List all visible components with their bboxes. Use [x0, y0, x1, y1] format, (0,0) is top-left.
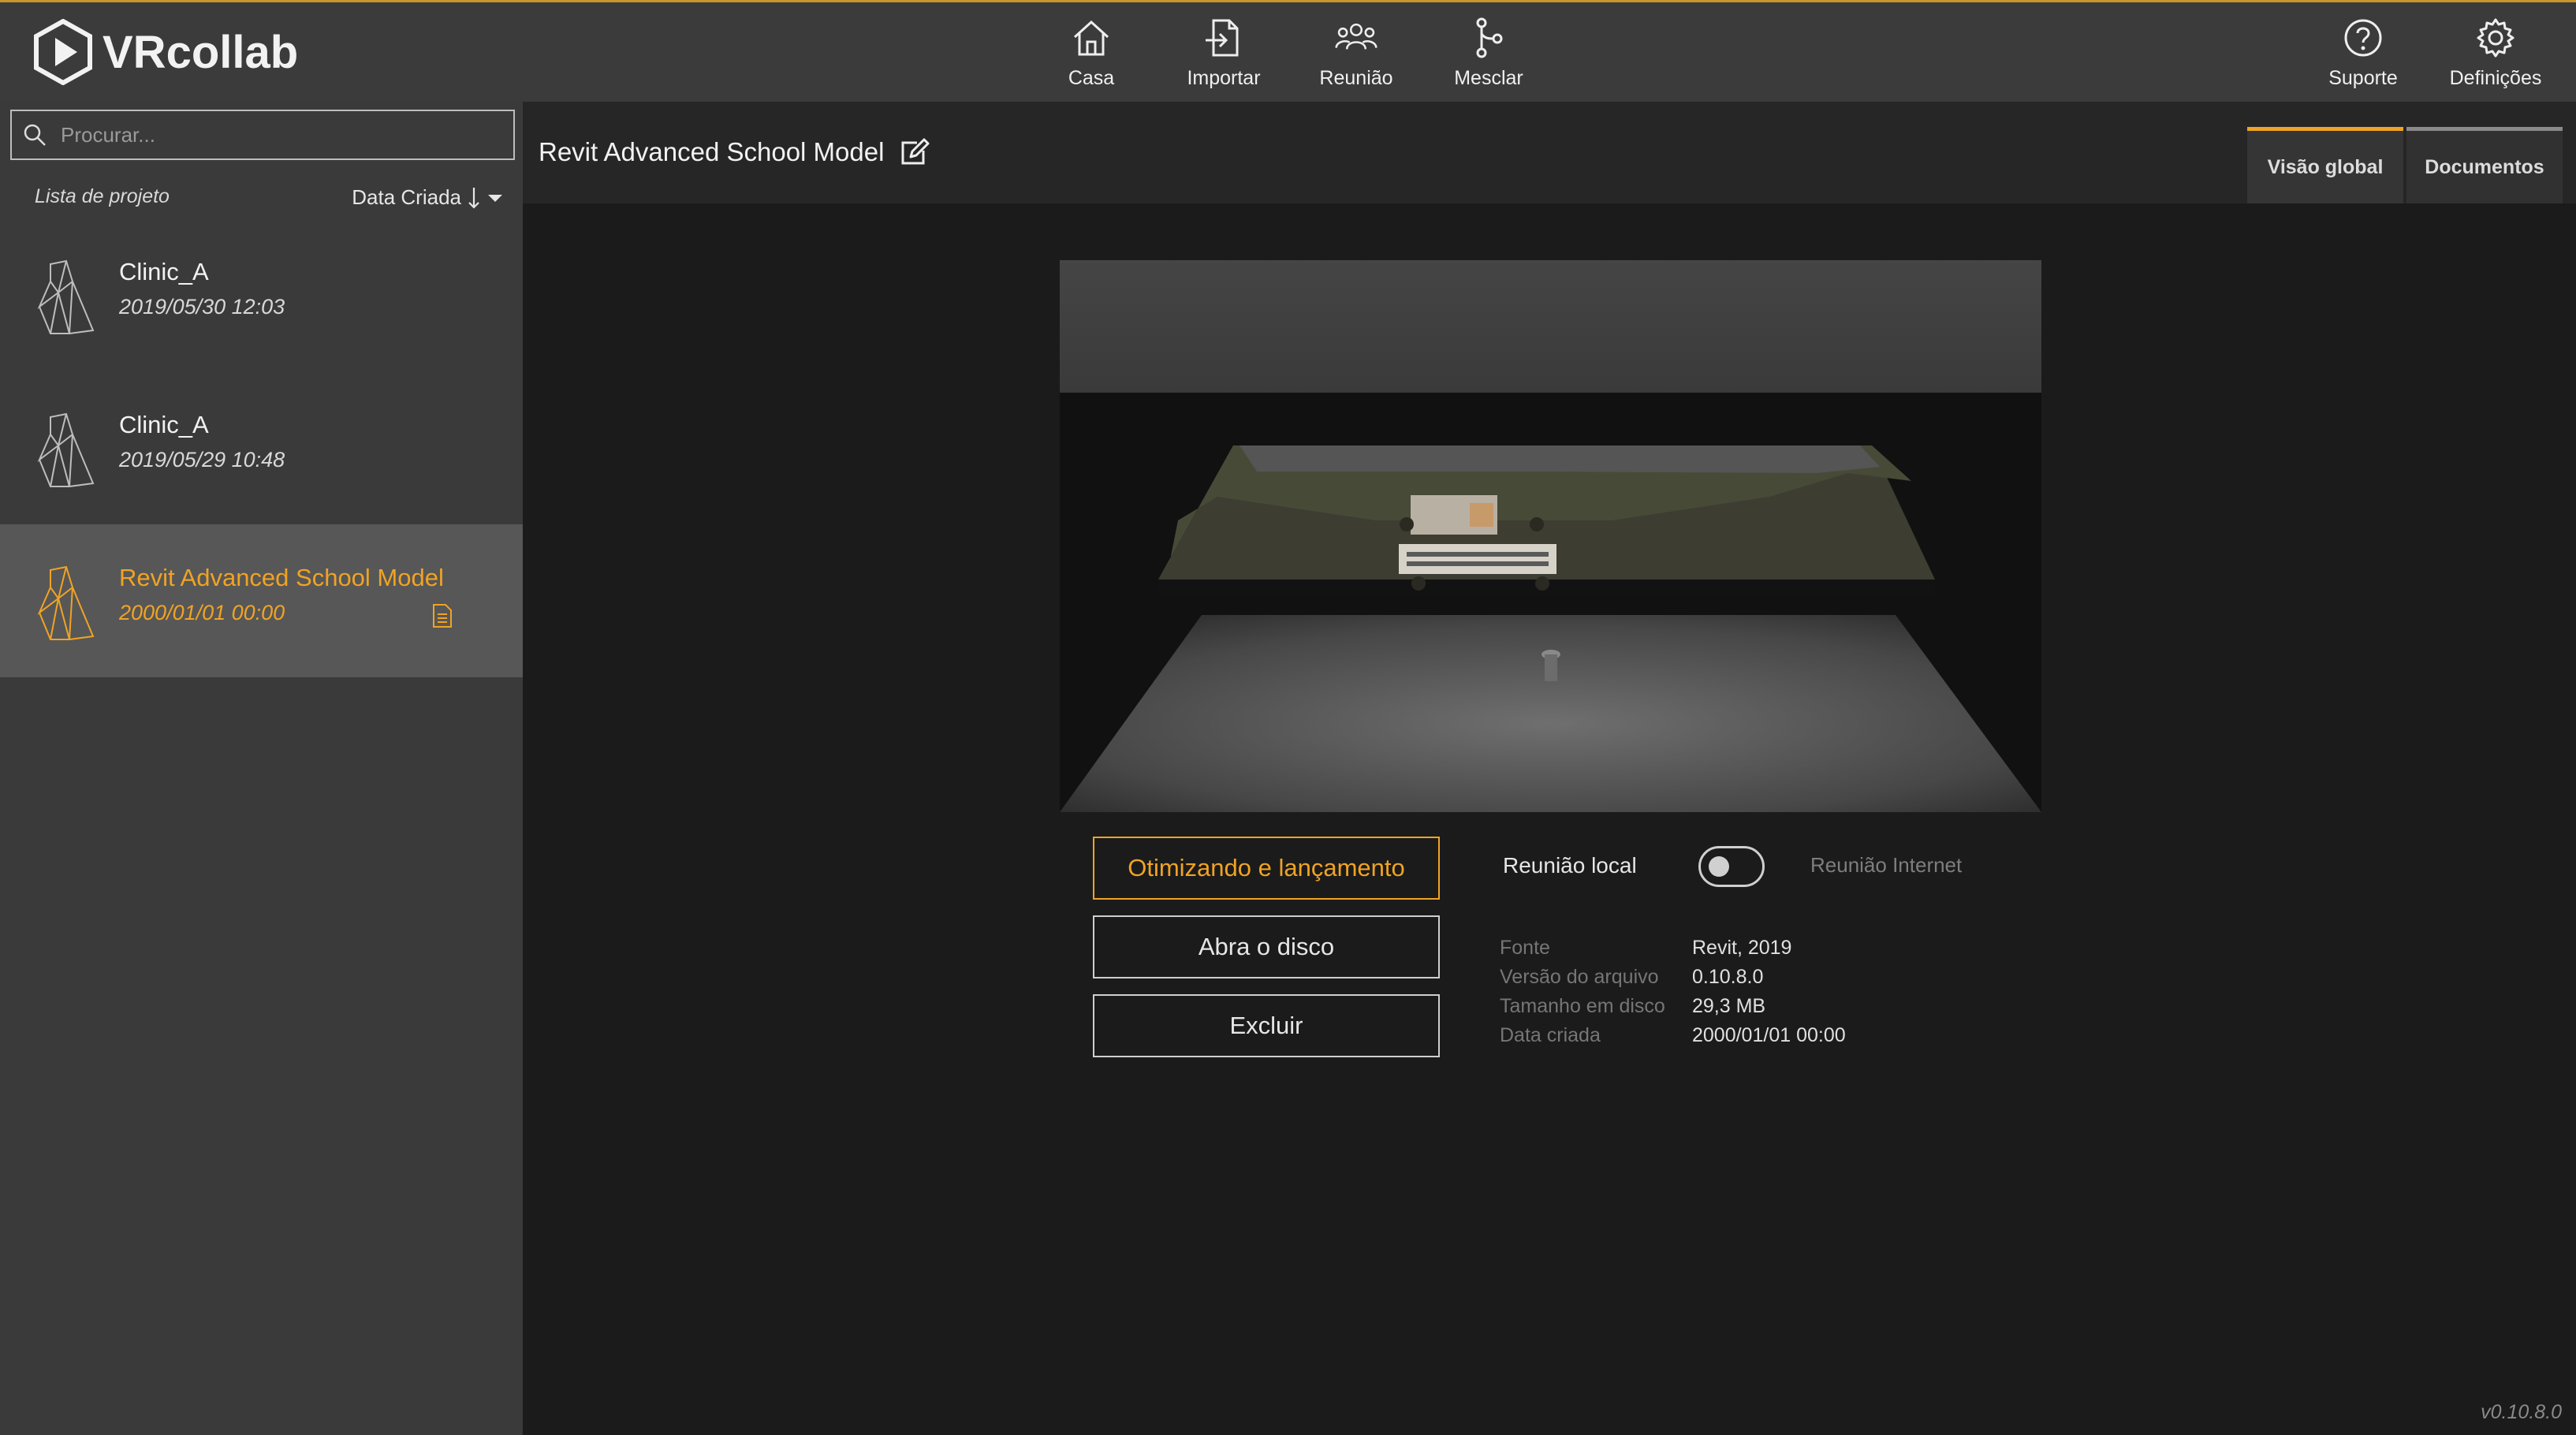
vrcollab-logo-icon — [34, 19, 92, 85]
nav-support-label: Suporte — [2328, 67, 2398, 89]
optimize-launch-button[interactable]: Otimizando e lançamento — [1093, 837, 1440, 900]
project-list-header: Lista de projeto Data Criada — [0, 179, 523, 218]
arrow-down-icon — [468, 187, 479, 209]
created-date-label: Data criada — [1500, 1024, 1601, 1046]
file-version-label: Versão do arquivo — [1500, 966, 1659, 988]
app-version: v0.10.8.0 — [2481, 1401, 2562, 1423]
sort-dropdown[interactable]: Data Criada — [352, 185, 504, 210]
project-date: 2000/01/01 00:00 — [119, 601, 285, 624]
project-list-title: Lista de projeto — [35, 185, 170, 207]
app-logo: VRcollab — [33, 18, 298, 86]
toggle-knob — [1709, 856, 1729, 877]
project-name: Revit Advanced School Model — [119, 564, 444, 591]
file-version-value: 0.10.8.0 — [1692, 966, 1764, 988]
nav-settings-button[interactable]: Definições — [2429, 13, 2563, 97]
merge-icon — [1476, 17, 1503, 58]
nav-support-button[interactable]: Suporte — [2296, 13, 2430, 97]
source-label: Fonte — [1500, 937, 1550, 959]
revit-icon — [37, 565, 95, 641]
revit-icon — [37, 259, 95, 335]
project-name: Clinic_A — [119, 411, 209, 438]
tab-overview[interactable]: Visão global — [2247, 127, 2403, 203]
nav-settings-label: Definições — [2449, 67, 2542, 89]
sort-label: Data Criada — [352, 185, 461, 209]
nav-merge-label: Mesclar — [1454, 67, 1523, 89]
disk-size-label: Tamanho em disco — [1500, 995, 1665, 1017]
revit-icon — [37, 412, 95, 488]
search-input[interactable] — [61, 122, 502, 147]
project-item[interactable]: Clinic_A 2019/05/29 10:48 — [0, 371, 523, 524]
edit-icon[interactable] — [900, 138, 930, 166]
delete-button[interactable]: Excluir — [1093, 994, 1440, 1057]
project-item[interactable]: Clinic_A 2019/05/30 12:03 — [0, 218, 523, 371]
home-icon — [1073, 20, 1109, 56]
gear-icon — [2477, 18, 2514, 58]
nav-meeting-button[interactable]: Reunião — [1289, 13, 1423, 97]
project-header: Revit Advanced School Model Visão global… — [523, 102, 2576, 203]
app-name: VRcollab — [103, 26, 299, 78]
nav-merge-button[interactable]: Mesclar — [1422, 13, 1556, 97]
top-bar: VRcollab Casa Importar Reunião Mesclar S… — [0, 0, 2576, 102]
nav-home-label: Casa — [1068, 67, 1115, 89]
internet-meeting-label: Reunião Internet — [1810, 853, 1963, 877]
local-meeting-label: Reunião local — [1503, 853, 1637, 878]
project-name: Clinic_A — [119, 258, 209, 285]
people-icon — [1335, 23, 1377, 50]
nav-home-button[interactable]: Casa — [1024, 13, 1158, 97]
nav-meeting-label: Reunião — [1319, 67, 1393, 89]
search-box[interactable] — [10, 110, 515, 160]
nav-import-button[interactable]: Importar — [1157, 13, 1291, 97]
search-icon — [24, 124, 46, 146]
open-disk-button[interactable]: Abra o disco — [1093, 915, 1440, 978]
created-date-value: 2000/01/01 00:00 — [1692, 1024, 1846, 1046]
project-sidebar: Lista de projeto Data Criada Clinic_A 20… — [0, 102, 523, 1435]
project-title: Revit Advanced School Model — [539, 137, 885, 166]
model-preview-image — [1060, 260, 2041, 812]
caret-down-icon — [488, 194, 502, 202]
project-date: 2019/05/29 10:48 — [119, 448, 285, 472]
project-date: 2019/05/30 12:03 — [119, 295, 285, 319]
document-icon[interactable] — [432, 603, 453, 628]
nav-import-label: Importar — [1187, 67, 1261, 89]
project-item-selected[interactable]: Revit Advanced School Model 2000/01/01 0… — [0, 524, 523, 677]
meeting-mode-toggle[interactable] — [1698, 846, 1765, 887]
project-title-row: Revit Advanced School Model — [539, 137, 930, 167]
disk-size-value: 29,3 MB — [1692, 995, 1766, 1017]
import-icon — [1206, 19, 1239, 57]
source-value: Revit, 2019 — [1692, 937, 1792, 959]
help-icon — [2344, 19, 2382, 57]
tab-documents[interactable]: Documentos — [2406, 127, 2563, 203]
